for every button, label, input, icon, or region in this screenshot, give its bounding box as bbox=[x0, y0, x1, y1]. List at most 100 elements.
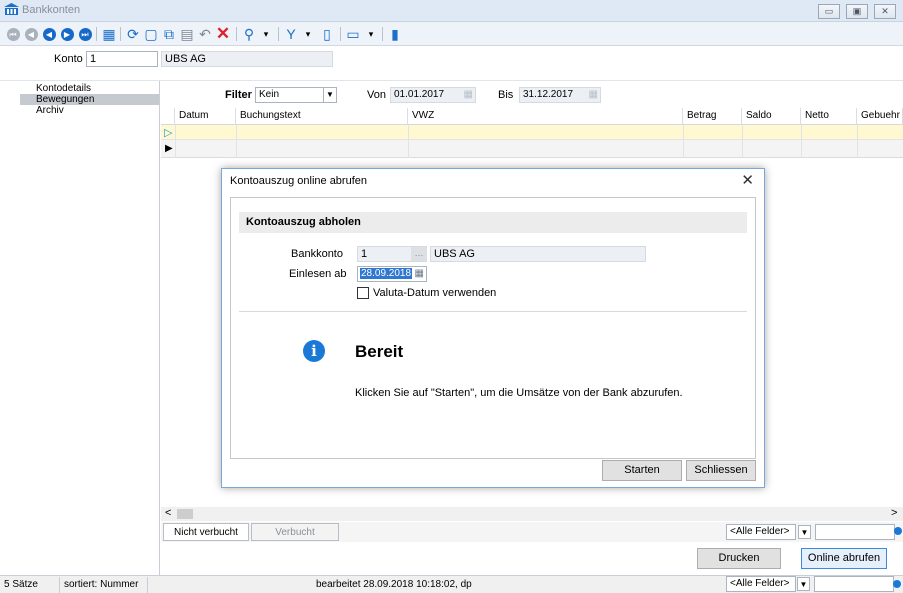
bankkonto-name-field: UBS AG bbox=[430, 246, 646, 262]
search-icon[interactable]: ⚲ bbox=[240, 25, 258, 43]
valuta-label: Valuta-Datum verwenden bbox=[373, 287, 497, 299]
grid-header: Datum Buchungstext VWZ Betrag Saldo Nett… bbox=[161, 108, 903, 125]
close-window-button[interactable]: ✕ bbox=[874, 4, 896, 19]
sort-status: sortiert: Nummer bbox=[60, 577, 148, 593]
search-go-icon[interactable] bbox=[893, 580, 901, 588]
maximize-button[interactable]: ▣ bbox=[846, 4, 868, 19]
col-header-buchungstext[interactable]: Buchungstext bbox=[236, 108, 408, 125]
col-header-datum[interactable]: Datum bbox=[175, 108, 236, 125]
filter-select[interactable]: Kein ▼ bbox=[255, 87, 337, 103]
info-icon: i bbox=[303, 340, 325, 362]
kontoauszug-dialog: Kontoauszug online abrufen ✕ Kontoauszug… bbox=[221, 168, 765, 488]
status-search-input[interactable] bbox=[814, 576, 894, 592]
konto-number-field[interactable]: 1 bbox=[86, 51, 158, 67]
window-title: Bankkonten bbox=[22, 4, 81, 16]
chevron-down-icon[interactable]: ▼ bbox=[797, 577, 810, 591]
von-label: Von bbox=[367, 89, 386, 101]
online-fetch-button[interactable]: Online abrufen bbox=[801, 548, 887, 569]
title-bar: Bankkonten ▭ ▣ ✕ bbox=[0, 0, 903, 22]
filter-icon[interactable]: Y bbox=[282, 25, 300, 43]
status-field-filter-value: <Alle Felder> bbox=[730, 578, 790, 589]
konto-label: Konto bbox=[54, 53, 83, 65]
konto-bar: Konto 1 UBS AG bbox=[0, 47, 903, 81]
filter-bar: Filter Kein ▼ Von 01.01.2017 ▦ Bis 31.12… bbox=[161, 81, 903, 108]
sidebar-item-archiv[interactable]: Archiv bbox=[20, 105, 159, 116]
status-message: Klicken Sie auf "Starten", um die Umsätz… bbox=[355, 387, 683, 399]
status-bar: 5 Sätze sortiert: Nummer bearbeitet 28.0… bbox=[0, 575, 903, 593]
left-panel: Kontodetails Bewegungen Archiv bbox=[0, 81, 160, 575]
col-header-saldo[interactable]: Saldo bbox=[742, 108, 801, 125]
filter-label: Filter bbox=[225, 89, 252, 101]
sidebar-item-bewegungen[interactable]: Bewegungen bbox=[20, 94, 159, 105]
minimize-button[interactable]: ▭ bbox=[818, 4, 840, 19]
col-header-netto[interactable]: Netto bbox=[801, 108, 857, 125]
field-filter-combo[interactable]: <Alle Felder> bbox=[726, 524, 796, 540]
table-row[interactable]: ▶ bbox=[161, 140, 903, 158]
chevron-down-icon[interactable]: ▼ bbox=[323, 88, 336, 102]
lookup-icon[interactable]: … bbox=[411, 247, 427, 261]
chevron-down-icon[interactable]: ▼ bbox=[798, 525, 811, 539]
calendar-icon[interactable]: ▦ bbox=[589, 89, 598, 100]
filter-dropdown-icon[interactable]: ▾ bbox=[299, 25, 317, 43]
undo-icon[interactable]: ↶ bbox=[196, 25, 214, 43]
bis-date-value: 31.12.2017 bbox=[523, 89, 574, 100]
calendar-icon[interactable]: ▦ bbox=[464, 89, 473, 100]
record-count: 5 Sätze bbox=[0, 577, 60, 593]
toolbar: ⏮ ◀ ◀ ▶ ⏭ ▦ ⟳ ▢ ⧉ ▤ ↶ ✕ ⚲ ▾ Y ▾ ▯ ▭ ▾ ▮ bbox=[0, 22, 903, 46]
status-title: Bereit bbox=[355, 342, 404, 361]
field-filter-value: <Alle Felder> bbox=[730, 526, 790, 537]
first-record-icon[interactable]: ⏮ bbox=[4, 25, 22, 43]
dialog-title: Kontoauszug online abrufen bbox=[230, 175, 367, 187]
new-row-indicator-icon: ▷ bbox=[164, 127, 173, 139]
einlesen-date-field[interactable]: 28.09.2018 ▦ bbox=[357, 266, 427, 282]
previous-record-icon[interactable]: ◀ bbox=[40, 25, 58, 43]
current-row-indicator-icon: ▶ bbox=[165, 143, 173, 154]
search-dropdown-icon[interactable]: ▾ bbox=[257, 25, 275, 43]
von-date-field[interactable]: 01.01.2017 ▦ bbox=[390, 87, 476, 103]
scroll-thumb[interactable] bbox=[177, 509, 193, 519]
print-icon[interactable]: ▭ bbox=[344, 25, 362, 43]
sidebar-item-kontodetails[interactable]: Kontodetails bbox=[20, 83, 159, 94]
close-dialog-button[interactable]: Schliessen bbox=[686, 460, 756, 481]
tab-verbucht[interactable]: Verbucht bbox=[251, 523, 339, 541]
divider bbox=[239, 311, 747, 312]
scroll-left-icon[interactable]: < bbox=[165, 507, 171, 519]
close-icon[interactable]: ✕ bbox=[741, 171, 754, 189]
copy-record-icon[interactable]: ⧉ bbox=[160, 25, 178, 43]
bis-label: Bis bbox=[498, 89, 514, 101]
refresh-icon[interactable]: ⟳ bbox=[124, 25, 142, 43]
delete-icon[interactable]: ✕ bbox=[214, 24, 232, 43]
calendar-icon[interactable]: ▦ bbox=[415, 268, 424, 279]
start-button[interactable]: Starten bbox=[602, 460, 682, 481]
status-field-filter-combo[interactable]: <Alle Felder> bbox=[726, 576, 796, 592]
search-go-icon[interactable] bbox=[894, 527, 902, 535]
konto-name-field: UBS AG bbox=[161, 51, 333, 67]
col-header-betrag[interactable]: Betrag bbox=[683, 108, 742, 125]
next-record-icon[interactable]: ▶ bbox=[58, 25, 76, 43]
table-view-icon[interactable]: ▦ bbox=[100, 25, 118, 43]
filter-value: Kein bbox=[259, 89, 280, 100]
col-header-vwz[interactable]: VWZ bbox=[408, 108, 683, 125]
document-icon[interactable]: ▯ bbox=[318, 25, 336, 43]
bank-icon bbox=[4, 3, 19, 15]
tab-nicht-verbucht[interactable]: Nicht verbucht bbox=[163, 523, 249, 541]
last-record-icon[interactable]: ⏭ bbox=[76, 25, 94, 43]
bottom-tab-strip: Nicht verbucht Verbucht <Alle Felder> ▼ bbox=[161, 522, 903, 542]
col-header-gebuehr[interactable]: Gebuehr bbox=[857, 108, 903, 125]
previous-page-icon[interactable]: ◀ bbox=[22, 25, 40, 43]
bis-date-field[interactable]: 31.12.2017 ▦ bbox=[519, 87, 601, 103]
save-icon[interactable]: ▤ bbox=[178, 25, 196, 43]
notes-icon[interactable]: ▮ bbox=[386, 25, 404, 43]
bankkonto-label: Bankkonto bbox=[291, 248, 343, 260]
horizontal-scrollbar[interactable]: < > bbox=[161, 507, 903, 521]
print-dropdown-icon[interactable]: ▾ bbox=[362, 25, 380, 43]
valuta-checkbox[interactable] bbox=[357, 287, 369, 299]
table-row[interactable]: ▷ bbox=[161, 125, 903, 140]
print-button[interactable]: Drucken bbox=[697, 548, 781, 569]
new-record-icon[interactable]: ▢ bbox=[142, 25, 160, 43]
row-selector-header bbox=[161, 108, 175, 125]
field-filter-search-input[interactable] bbox=[815, 524, 895, 540]
scroll-right-icon[interactable]: > bbox=[891, 507, 897, 519]
einlesen-label: Einlesen ab bbox=[289, 268, 347, 280]
edit-status: bearbeitet 28.09.2018 10:18:02, dp bbox=[316, 579, 472, 590]
